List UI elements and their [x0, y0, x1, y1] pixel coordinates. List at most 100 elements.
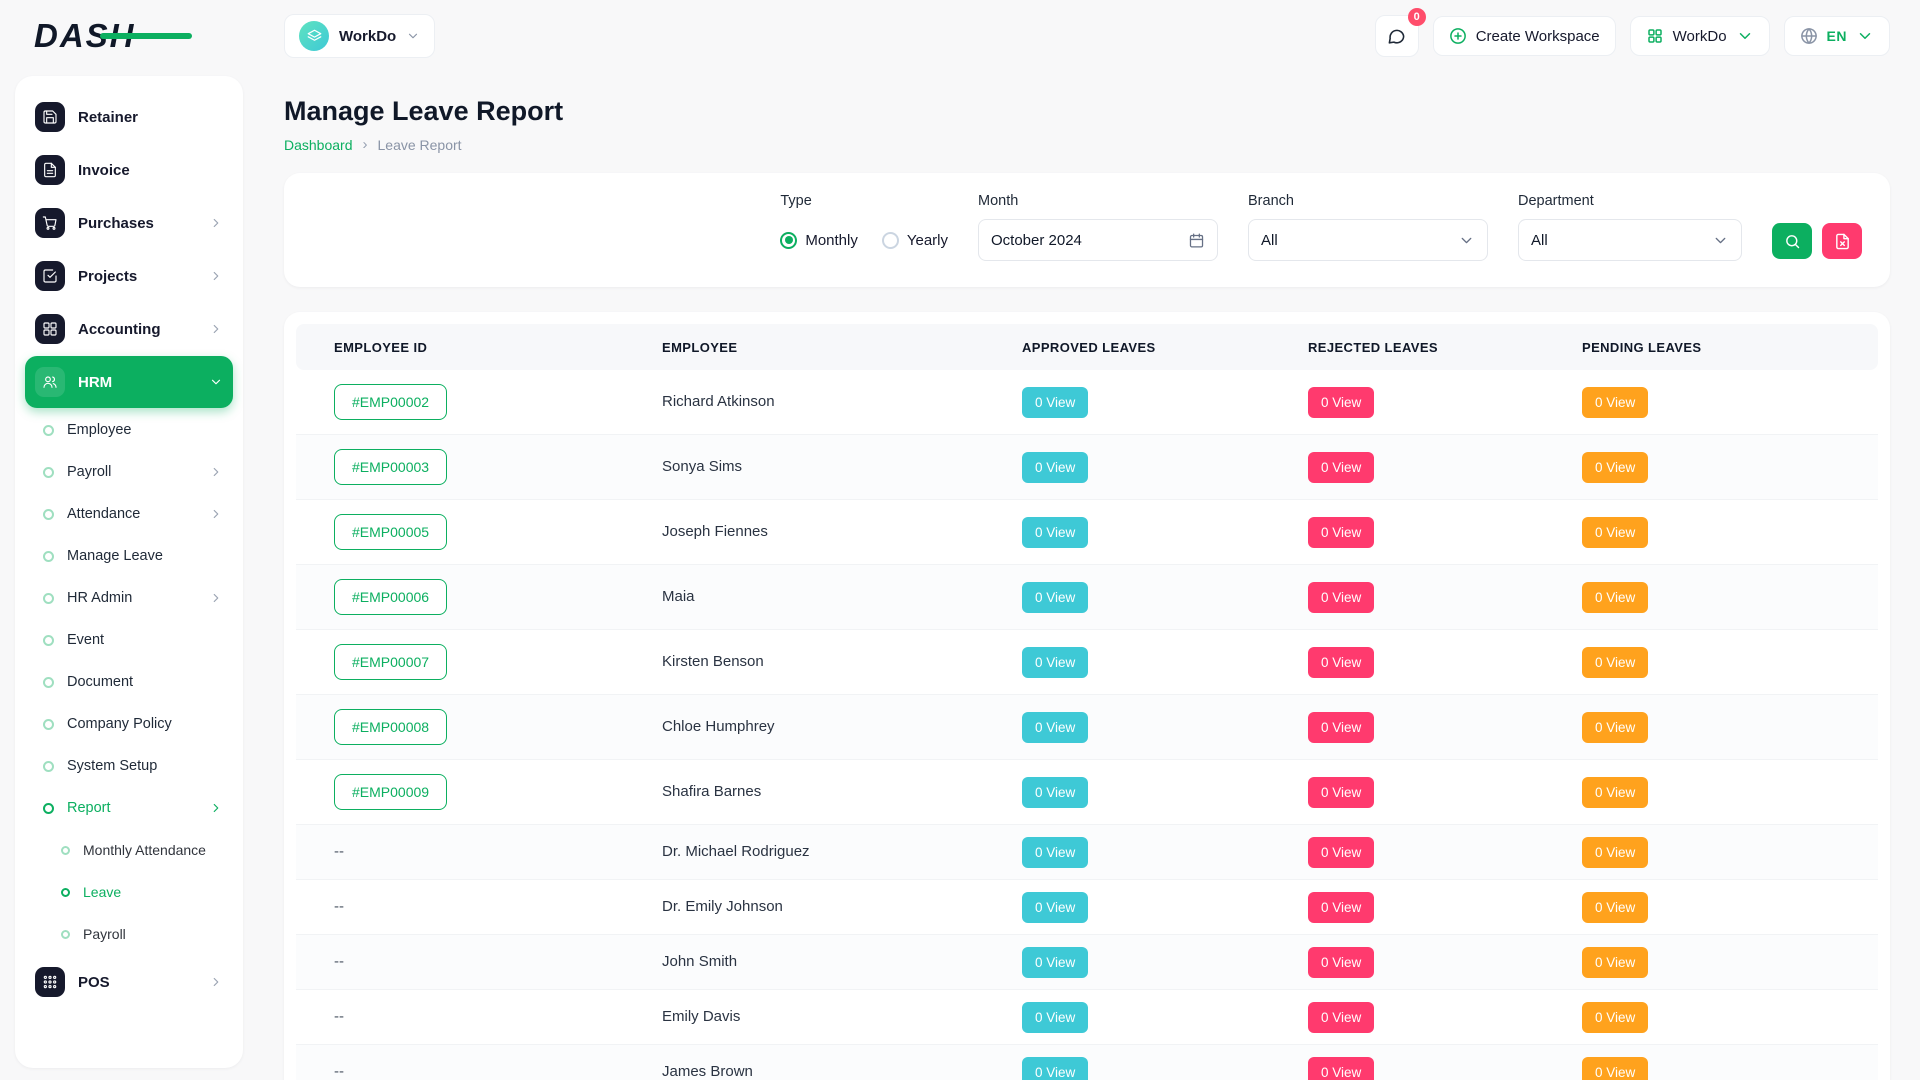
- rejected-view-button[interactable]: 0 View: [1308, 582, 1374, 613]
- pending-view-button[interactable]: 0 View: [1582, 1002, 1648, 1033]
- messages-button[interactable]: 0: [1375, 15, 1419, 57]
- rejected-view-button[interactable]: 0 View: [1308, 1002, 1374, 1033]
- breadcrumb-dashboard-link[interactable]: Dashboard: [284, 137, 353, 153]
- pending-view-button[interactable]: 0 View: [1582, 582, 1648, 613]
- sidebar-item-invoice[interactable]: Invoice: [25, 144, 233, 196]
- chevron-right-icon: [209, 507, 223, 521]
- sidebar-item-hr-admin[interactable]: HR Admin: [33, 577, 233, 619]
- table-body: #EMP00002Richard Atkinson0 View0 View0 V…: [296, 370, 1878, 1080]
- employee-id-button[interactable]: #EMP00003: [334, 449, 447, 485]
- bullet-icon: [61, 888, 70, 897]
- pending-view-button[interactable]: 0 View: [1582, 712, 1648, 743]
- pending-view-button[interactable]: 0 View: [1582, 517, 1648, 548]
- language-selector[interactable]: EN: [1784, 16, 1890, 56]
- approved-view-button[interactable]: 0 View: [1022, 1002, 1088, 1033]
- approved-view-button[interactable]: 0 View: [1022, 892, 1088, 923]
- reset-filter-button[interactable]: [1822, 223, 1862, 259]
- sidebar-item-monthly-attendance[interactable]: Monthly Attendance: [51, 829, 233, 871]
- table-row: #EMP00002Richard Atkinson0 View0 View0 V…: [296, 370, 1878, 435]
- rejected-view-button[interactable]: 0 View: [1308, 452, 1374, 483]
- pending-view-button[interactable]: 0 View: [1582, 947, 1648, 978]
- sidebar-item-event[interactable]: Event: [33, 619, 233, 661]
- rejected-view-button[interactable]: 0 View: [1308, 947, 1374, 978]
- sidebar-item-system-setup[interactable]: System Setup: [33, 745, 233, 787]
- approved-view-button[interactable]: 0 View: [1022, 582, 1088, 613]
- table-row: #EMP00006Maia0 View0 View0 View: [296, 565, 1878, 630]
- language-code: EN: [1827, 28, 1847, 44]
- bullet-icon: [43, 425, 54, 436]
- chevron-down-icon: [1458, 232, 1475, 249]
- employee-id-button[interactable]: #EMP00002: [334, 384, 447, 420]
- radio-monthly[interactable]: Monthly: [780, 232, 858, 249]
- rejected-view-button[interactable]: 0 View: [1308, 892, 1374, 923]
- rejected-view-button[interactable]: 0 View: [1308, 837, 1374, 868]
- employee-id-button[interactable]: #EMP00005: [334, 514, 447, 550]
- create-workspace-label: Create Workspace: [1476, 28, 1600, 45]
- sidebar-item-payroll[interactable]: Payroll: [51, 913, 233, 955]
- messages-count-badge: 0: [1408, 8, 1426, 26]
- sidebar-item-label: HRM: [78, 374, 112, 391]
- apps-dropdown[interactable]: WorkDo: [1630, 16, 1770, 56]
- employee-id-button[interactable]: #EMP00007: [334, 644, 447, 680]
- employee-name: Kirsten Benson: [662, 653, 764, 670]
- sidebar-item-payroll[interactable]: Payroll: [33, 451, 233, 493]
- radio-checked-icon: [780, 232, 797, 249]
- sidebar-item-attendance[interactable]: Attendance: [33, 493, 233, 535]
- bullet-icon: [43, 635, 54, 646]
- pending-view-button[interactable]: 0 View: [1582, 1057, 1648, 1080]
- bullet-icon: [61, 930, 70, 939]
- bullet-icon: [43, 509, 54, 520]
- approved-view-button[interactable]: 0 View: [1022, 452, 1088, 483]
- sidebar-item-projects[interactable]: Projects: [25, 250, 233, 302]
- sidebar-item-manage-leave[interactable]: Manage Leave: [33, 535, 233, 577]
- approved-view-button[interactable]: 0 View: [1022, 1057, 1088, 1080]
- pending-view-button[interactable]: 0 View: [1582, 892, 1648, 923]
- approved-view-button[interactable]: 0 View: [1022, 947, 1088, 978]
- sidebar-item-retainer[interactable]: Retainer: [25, 91, 233, 143]
- create-workspace-button[interactable]: Create Workspace: [1433, 16, 1616, 56]
- pending-view-button[interactable]: 0 View: [1582, 452, 1648, 483]
- approved-view-button[interactable]: 0 View: [1022, 712, 1088, 743]
- sidebar-item-report[interactable]: Report: [33, 787, 233, 829]
- workspace-switcher[interactable]: WorkDo: [284, 14, 435, 58]
- pending-view-button[interactable]: 0 View: [1582, 837, 1648, 868]
- approved-view-button[interactable]: 0 View: [1022, 387, 1088, 418]
- sidebar-item-purchases[interactable]: Purchases: [25, 197, 233, 249]
- pending-view-button[interactable]: 0 View: [1582, 647, 1648, 678]
- sidebar-item-company-policy[interactable]: Company Policy: [33, 703, 233, 745]
- table-row: #EMP00009Shafira Barnes0 View0 View0 Vie…: [296, 760, 1878, 825]
- employee-id-button[interactable]: #EMP00008: [334, 709, 447, 745]
- radio-yearly[interactable]: Yearly: [882, 232, 948, 249]
- approved-view-button[interactable]: 0 View: [1022, 837, 1088, 868]
- pending-view-button[interactable]: 0 View: [1582, 777, 1648, 808]
- sidebar-item-pos[interactable]: POS: [25, 956, 233, 1008]
- approved-view-button[interactable]: 0 View: [1022, 517, 1088, 548]
- approved-view-button[interactable]: 0 View: [1022, 647, 1088, 678]
- employee-name: John Smith: [662, 953, 737, 970]
- rejected-view-button[interactable]: 0 View: [1308, 1057, 1374, 1080]
- department-select[interactable]: All: [1518, 219, 1742, 261]
- approved-view-button[interactable]: 0 View: [1022, 777, 1088, 808]
- branch-select[interactable]: All: [1248, 219, 1488, 261]
- sidebar-item-hrm[interactable]: HRM: [25, 356, 233, 408]
- month-input[interactable]: October 2024: [978, 219, 1218, 261]
- filter-actions: [1772, 193, 1862, 259]
- page-title: Manage Leave Report: [284, 96, 1890, 127]
- table-row: #EMP00005Joseph Fiennes0 View0 View0 Vie…: [296, 500, 1878, 565]
- department-filter-group: Department All: [1518, 193, 1742, 261]
- rejected-view-button[interactable]: 0 View: [1308, 647, 1374, 678]
- rejected-view-button[interactable]: 0 View: [1308, 712, 1374, 743]
- pending-view-button[interactable]: 0 View: [1582, 387, 1648, 418]
- sidebar-item-leave[interactable]: Leave: [51, 871, 233, 913]
- rejected-view-button[interactable]: 0 View: [1308, 517, 1374, 548]
- rejected-view-button[interactable]: 0 View: [1308, 387, 1374, 418]
- employee-id-button[interactable]: #EMP00009: [334, 774, 447, 810]
- employee-id-button[interactable]: #EMP00006: [334, 579, 447, 615]
- rejected-view-button[interactable]: 0 View: [1308, 777, 1374, 808]
- sidebar-item-accounting[interactable]: Accounting: [25, 303, 233, 355]
- sidebar-item-label: Document: [67, 674, 133, 690]
- search-button[interactable]: [1772, 223, 1812, 259]
- sidebar-item-employee[interactable]: Employee: [33, 409, 233, 451]
- sidebar-item-label: HR Admin: [67, 590, 132, 606]
- sidebar-item-document[interactable]: Document: [33, 661, 233, 703]
